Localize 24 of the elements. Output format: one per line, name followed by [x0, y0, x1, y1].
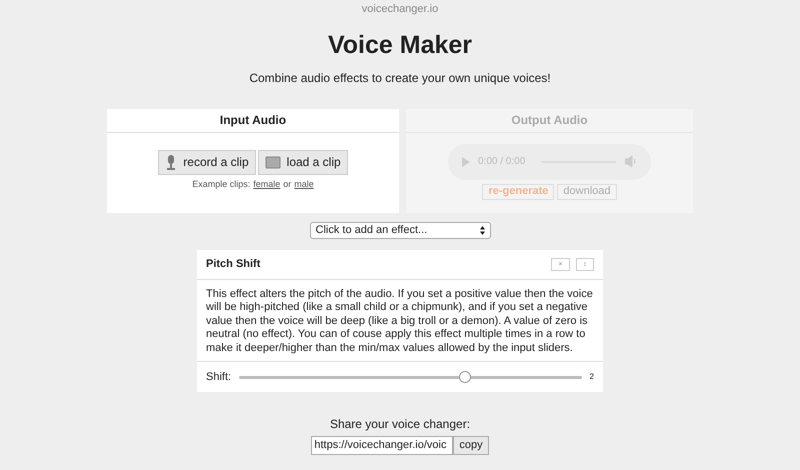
share-url-field[interactable]: https://voicechanger.io/voic	[311, 436, 454, 455]
load-button[interactable]: load a clip	[258, 150, 348, 174]
effect-select[interactable]: Click to add an effect...	[310, 222, 490, 238]
slider-thumb[interactable]	[459, 371, 472, 383]
effect-description: This effect alters the pitch of the audio. If you set a positive value then the voice will be high-pitched (like a small child or a chipmunk), and if you set a negative value then the voice will be deep (like a big troll or a demon). A value of zero is neutral (no effect). You can of couse apply this effect multiple times in a row to make it deeper/higher than the min/max values allowed by the input sliders.	[197, 280, 603, 362]
select-arrows-icon	[480, 226, 484, 234]
panel-title: Output Audio	[406, 108, 693, 132]
folder-icon	[264, 155, 281, 169]
panel-title: Input Audio	[107, 108, 399, 132]
microphone-icon	[165, 154, 178, 170]
page-subtitle: Combine audio effects to create your own unique voices!	[249, 70, 551, 86]
example-link[interactable]: male	[294, 178, 314, 191]
examples-label: Example clips:	[192, 178, 250, 191]
slider-value: 2	[590, 371, 594, 383]
page-title: Voice Maker	[328, 30, 472, 60]
site-name: voicechanger.io	[362, 2, 438, 17]
param-label: Shift:	[206, 370, 232, 385]
example-link[interactable]: female	[253, 178, 280, 191]
share-label: Share your voice changer:	[330, 416, 470, 433]
effect-title: Pitch Shift	[206, 256, 260, 272]
record-button[interactable]: record a clip	[158, 150, 256, 174]
copy-button[interactable]: copy	[453, 436, 489, 455]
shift-slider[interactable]	[239, 371, 582, 383]
or-text: or	[283, 178, 292, 190]
